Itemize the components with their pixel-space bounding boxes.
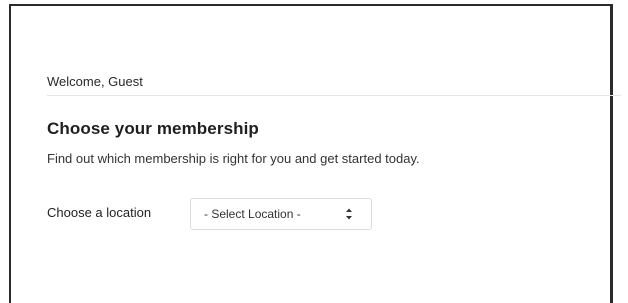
- location-select-value: - Select Location -: [204, 207, 301, 221]
- location-select[interactable]: - Select Location -: [190, 198, 372, 230]
- up-down-chevron-icon: [346, 208, 352, 220]
- welcome-greeting: Welcome, Guest: [47, 74, 143, 89]
- membership-description: Find out which membership is right for y…: [47, 151, 420, 166]
- page-frame: Welcome, Guest Choose your membership Fi…: [9, 4, 621, 303]
- location-label: Choose a location: [47, 205, 152, 220]
- membership-heading: Choose your membership: [47, 119, 259, 138]
- header-divider: [47, 95, 621, 96]
